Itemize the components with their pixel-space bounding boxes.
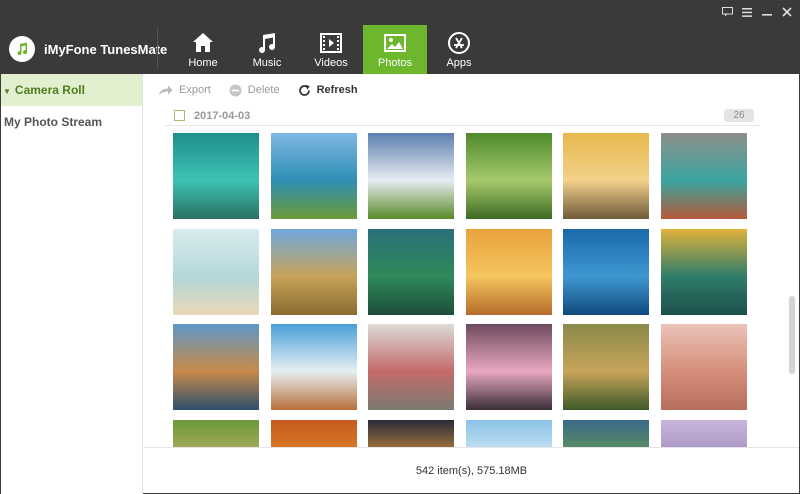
nav-home[interactable]: Home (171, 25, 235, 74)
scrollbar-thumb[interactable] (789, 296, 795, 374)
date-group-header: 2017-04-03 26 (164, 106, 760, 126)
photo-thumbnail-lake-sunset-boat[interactable] (563, 133, 650, 219)
nav-apps[interactable]: Apps (427, 25, 491, 74)
nav-videos[interactable]: Videos (299, 25, 363, 74)
close-icon[interactable] (781, 6, 793, 18)
nav-home-label: Home (188, 57, 218, 69)
delete-button[interactable]: Delete (229, 84, 280, 97)
status-bar: 542 item(s), 575.18MB (144, 447, 799, 493)
photo-thumbnail-tree-tunnel-path[interactable] (563, 324, 650, 410)
photo-thumbnail-tropical-lagoon-boat[interactable] (173, 133, 259, 219)
nav-music-label: Music (252, 57, 282, 69)
main-nav: Home Music Videos Photos Apps (171, 25, 491, 74)
sidebar-item-label: Camera Roll (14, 83, 85, 97)
select-group-checkbox[interactable] (174, 110, 185, 121)
export-button[interactable]: Export (158, 84, 211, 96)
toolbar: Export Delete Refresh (144, 74, 799, 106)
film-icon (320, 33, 342, 53)
top-bar: iMyFone TunesMate Home Music Videos Phot… (1, 1, 800, 74)
sidebar-item-my-photo-stream[interactable]: My Photo Stream (1, 106, 142, 138)
music-note-icon (259, 33, 276, 54)
photo-thumbnail-forest-waterfall[interactable] (465, 133, 552, 219)
group-date: 2017-04-03 (194, 109, 251, 122)
photo-thumbnail-seaside-house[interactable] (270, 324, 357, 410)
delete-label: Delete (247, 84, 280, 96)
photo-thumbnail-sunset-sea[interactable] (368, 419, 455, 447)
window-controls (721, 6, 793, 18)
photo-thumbnail-coastal-bay-hills[interactable] (270, 133, 357, 219)
status-text: 542 item(s), 575.18MB (415, 464, 528, 477)
photo-icon (384, 34, 406, 52)
photo-thumbnail-girl-sunset[interactable] (465, 228, 552, 315)
photo-grid (173, 133, 753, 447)
nav-photos-label: Photos (377, 57, 413, 69)
photo-thumbnail-desert-dunes-camels[interactable] (661, 324, 747, 410)
photo-thumbnail-cherry-blossom-bridge[interactable] (465, 324, 552, 410)
export-label: Export (179, 84, 211, 96)
photo-thumbnail-green-hills[interactable] (563, 419, 650, 447)
refresh-icon (298, 84, 310, 96)
brand: iMyFone TunesMate (9, 25, 167, 73)
nav-photos[interactable]: Photos (363, 25, 427, 74)
app-store-icon (448, 32, 470, 54)
menu-icon[interactable] (741, 6, 753, 18)
photo-thumbnail-jungle-trees[interactable] (368, 228, 455, 315)
expand-triangle-icon: ▼ (3, 87, 11, 96)
photo-thumbnail-snowy-mountains[interactable] (368, 133, 455, 219)
feedback-icon[interactable] (721, 6, 733, 18)
photo-thumbnail-hay-bale-field[interactable] (270, 228, 357, 315)
photo-thumbnail-beach-shoreline[interactable] (173, 228, 259, 315)
nav-videos-label: Videos (314, 57, 348, 69)
photo-thumbnail-grass-hut[interactable] (173, 419, 259, 447)
group-count-badge: 26 (724, 109, 754, 122)
photo-thumbnail-wave-sunset[interactable] (661, 228, 747, 315)
delete-circle-icon (229, 84, 242, 96)
sidebar-item-label: My Photo Stream (4, 115, 103, 129)
brand-divider (157, 27, 158, 69)
refresh-button[interactable]: Refresh (298, 84, 358, 97)
sidebar: ▼ Camera Roll My Photo Stream (1, 74, 143, 494)
photo-thumbnail-autumn-forest[interactable] (270, 419, 357, 447)
tunesmate-logo-icon (9, 36, 35, 62)
export-arrow-icon (159, 85, 173, 95)
nav-music[interactable]: Music (235, 25, 299, 74)
app-title: iMyFone TunesMate (44, 41, 168, 57)
photo-thumbnail-dolphins[interactable] (563, 228, 650, 315)
app-window: iMyFone TunesMate Home Music Videos Phot… (0, 0, 800, 494)
refresh-label: Refresh (316, 84, 358, 96)
sidebar-item-camera-roll[interactable]: ▼ Camera Roll (1, 74, 142, 106)
nav-apps-label: Apps (446, 57, 472, 69)
photo-thumbnail-japanese-house[interactable] (368, 324, 455, 410)
photo-thumbnail-hanging-lanterns[interactable] (661, 133, 747, 219)
photo-thumbnail-venice-canal[interactable] (173, 324, 259, 410)
photo-thumbnail-calm-ocean[interactable] (465, 419, 552, 447)
minimize-icon[interactable] (761, 6, 773, 18)
home-icon (193, 33, 213, 52)
photo-thumbnail-misty-pier[interactable] (661, 419, 747, 447)
scrollbar[interactable] (789, 106, 795, 444)
